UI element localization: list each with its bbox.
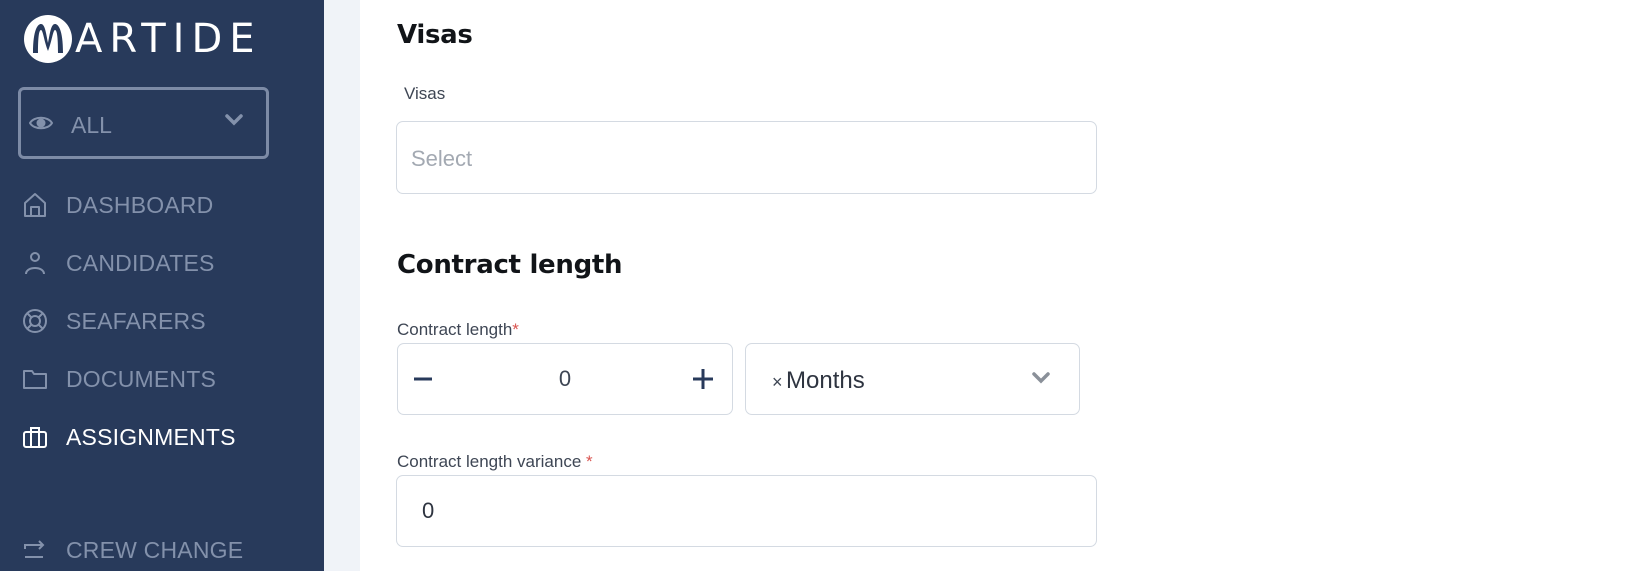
chevron-down-icon <box>1032 372 1050 384</box>
sidebar-item-label: SEAFARERS <box>66 307 206 334</box>
sidebar-item-label: CREW CHANGE <box>66 536 244 563</box>
contract-length-stepper <box>397 343 733 415</box>
required-marker: * <box>581 452 593 471</box>
sidebar-item-crew-change[interactable]: CREW CHANGE <box>22 530 243 570</box>
contract-unit-value: Months <box>786 367 865 394</box>
sidebar-item-seafarers[interactable]: SEAFARERS <box>22 301 206 341</box>
contract-unit-select[interactable]: × Months <box>745 343 1080 415</box>
visas-field-label: Visas <box>404 84 446 103</box>
briefcase-icon <box>22 424 48 450</box>
sidebar-item-candidates[interactable]: CANDIDATES <box>22 243 215 283</box>
contract-variance-input[interactable] <box>422 498 1062 524</box>
sidebar-item-dashboard[interactable]: DASHBOARD <box>22 185 214 225</box>
logo-mark-icon <box>24 15 72 63</box>
lifebuoy-icon <box>22 308 48 334</box>
swap-icon <box>22 537 48 563</box>
eye-icon <box>29 116 53 130</box>
contract-variance-field <box>396 475 1097 547</box>
sidebar-item-label: CANDIDATES <box>66 249 215 276</box>
clear-selection-button[interactable]: × <box>772 372 783 393</box>
contract-length-label-text: Contract length <box>397 320 513 339</box>
view-filter-dropdown[interactable]: ALL <box>18 87 269 159</box>
contract-length-input[interactable] <box>458 366 672 392</box>
content-gutter <box>324 0 360 571</box>
contract-section-title: Contract length <box>397 250 623 280</box>
sidebar-item-documents[interactable]: DOCUMENTS <box>22 359 216 399</box>
contract-variance-label: Contract length variance * <box>397 452 593 472</box>
contract-variance-label-text: Contract length variance <box>397 452 582 471</box>
visas-select-placeholder: Select <box>411 146 473 171</box>
home-icon <box>22 192 48 218</box>
chevron-down-icon <box>225 114 243 126</box>
brand-name: ARTIDE <box>75 16 262 62</box>
minus-icon <box>414 377 432 381</box>
increment-button[interactable] <box>688 364 718 394</box>
sidebar: ARTIDE ALL DASHBOARD CANDIDATES SEAFARER… <box>0 0 324 571</box>
decrement-button[interactable] <box>410 364 440 394</box>
required-marker: * <box>512 320 519 339</box>
plus-icon <box>693 369 713 389</box>
view-filter-value: ALL <box>71 112 112 138</box>
sidebar-item-label: DOCUMENTS <box>66 365 217 392</box>
visas-section-title: Visas <box>397 20 473 50</box>
visas-select[interactable]: Select <box>396 121 1097 194</box>
contract-length-label: Contract length* <box>397 320 519 340</box>
logo[interactable]: ARTIDE <box>24 15 262 63</box>
user-icon <box>22 250 48 276</box>
sidebar-item-assignments[interactable]: ASSIGNMENTS <box>22 417 236 457</box>
sidebar-item-label: DASHBOARD <box>66 191 214 218</box>
folder-icon <box>22 366 48 392</box>
sidebar-item-label: ASSIGNMENTS <box>66 423 236 450</box>
